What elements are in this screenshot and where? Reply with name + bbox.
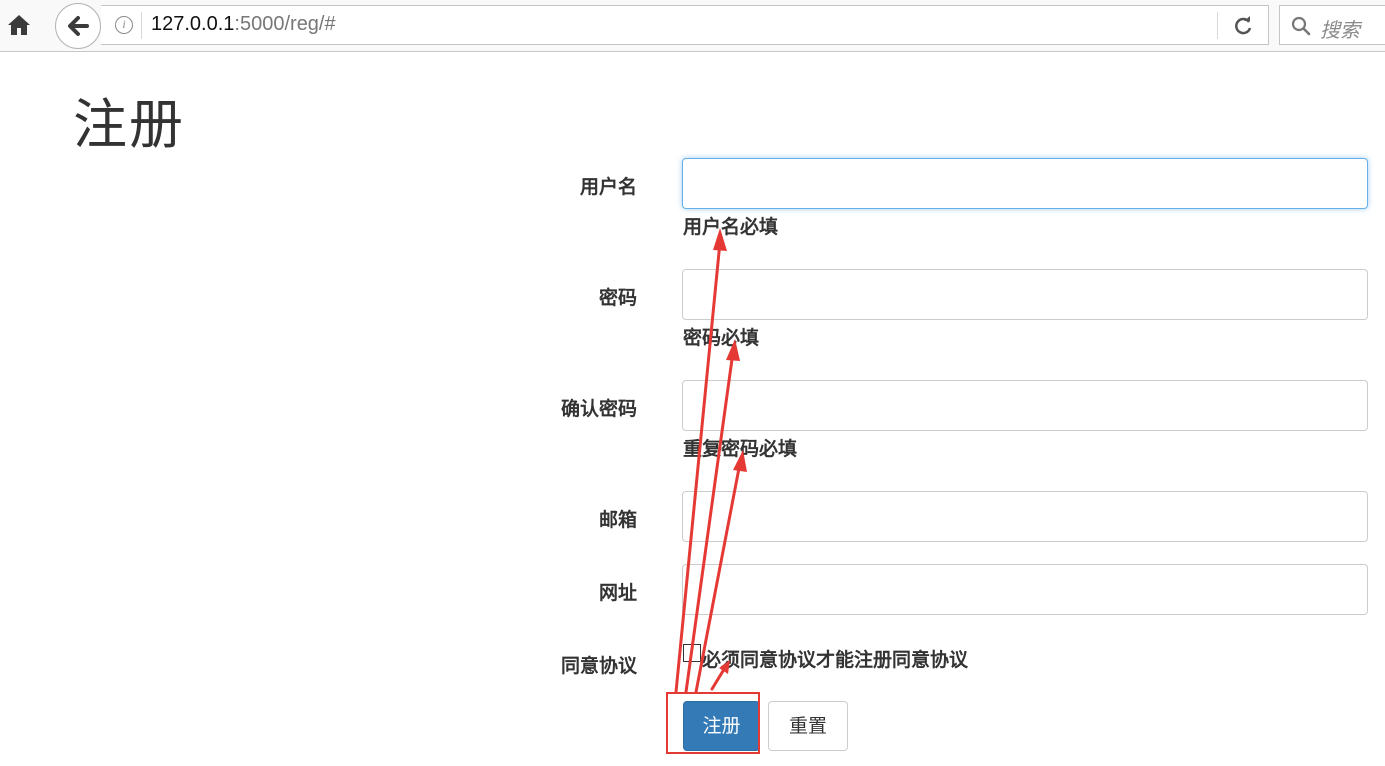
agree-label: 同意协议	[560, 655, 637, 677]
search-bar[interactable]: 搜索	[1279, 5, 1385, 45]
agree-checkbox[interactable]	[683, 644, 701, 662]
reload-icon[interactable]	[1231, 14, 1255, 38]
url-host: 127.0.0.1	[151, 13, 235, 35]
confirm-password-label: 确认密码	[560, 398, 637, 420]
url-path: :5000/reg/#	[234, 13, 336, 35]
username-input[interactable]	[682, 158, 1368, 209]
password-input[interactable]	[682, 269, 1368, 320]
search-placeholder: 搜索	[1320, 18, 1360, 42]
browser-toolbar: i 127.0.0.1:5000/reg/# 搜索	[0, 0, 1385, 52]
agree-text: 必须同意协议才能注册同意协议	[702, 649, 969, 671]
username-label: 用户名	[579, 176, 637, 198]
confirm-password-input[interactable]	[682, 380, 1368, 431]
username-help: 用户名必填	[683, 216, 779, 238]
website-label: 网址	[598, 582, 637, 604]
home-icon[interactable]	[4, 10, 34, 40]
email-input[interactable]	[682, 491, 1368, 542]
reset-button[interactable]: 重置	[768, 701, 848, 751]
annotation-highlight-box	[666, 692, 760, 754]
password-label: 密码	[598, 287, 637, 309]
url-separator	[141, 12, 142, 39]
reload-separator	[1217, 12, 1218, 39]
page-title: 注册	[73, 93, 185, 156]
email-label: 邮箱	[598, 509, 637, 531]
address-bar[interactable]: i 127.0.0.1:5000/reg/#	[101, 5, 1269, 45]
back-button[interactable]	[55, 3, 101, 49]
password-help: 密码必填	[683, 327, 760, 349]
url-text[interactable]: 127.0.0.1:5000/reg/#	[151, 13, 336, 36]
search-icon	[1290, 15, 1312, 37]
confirm-password-help: 重复密码必填	[683, 438, 798, 460]
website-input[interactable]	[682, 564, 1368, 615]
info-icon[interactable]: i	[115, 16, 133, 34]
